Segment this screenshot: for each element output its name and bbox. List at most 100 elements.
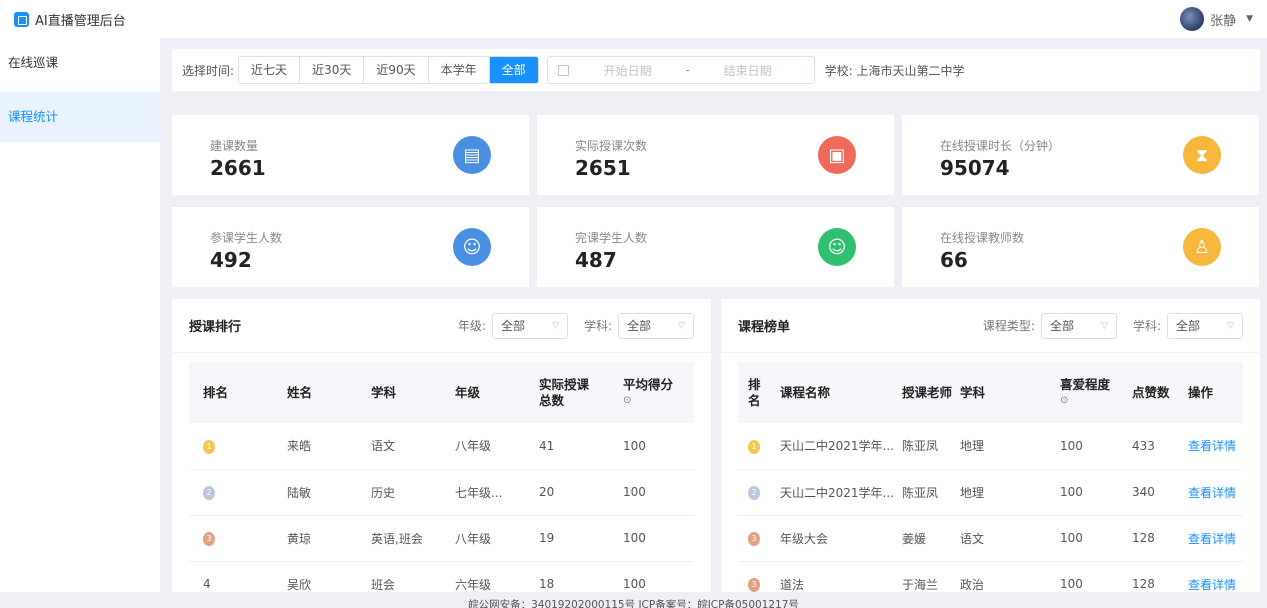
range-30-days-button[interactable]: 近30天 [300, 57, 365, 83]
user-menu[interactable]: 张静 ▼ [1180, 7, 1253, 31]
bronze-medal-icon: 3 [203, 532, 215, 546]
end-date-input[interactable]: 结束日期 [703, 62, 793, 79]
help-icon[interactable]: ⊙ [623, 393, 680, 409]
grade-select-value: 全部 [500, 319, 525, 333]
course-name: 年级大会 [776, 515, 898, 562]
subject-select[interactable]: 全部 ▽ [1167, 312, 1243, 339]
chevron-down-icon: ▽ [1227, 320, 1234, 331]
silver-medal-icon: 2 [748, 486, 760, 500]
stats-grid: 建课数量 2661 ▤ 实际授课次数 2651 ▣ 在线授课时长（分钟） 950… [172, 115, 1260, 287]
subject-filter-label: 学科: [1132, 319, 1161, 333]
course-ranking-panel: 课程榜单 课程类型: 全部 ▽ 学科: 全部 ▽ 排名 课程名称 授课老师 学科… [721, 299, 1260, 599]
panel-filters: 年级: 全部 ▽ 学科: 全部 ▽ [457, 312, 694, 339]
stat-card-online-minutes: 在线授课时长（分钟） 95074 ⧗ [902, 115, 1259, 195]
column-total-lessons: 实际授课总数 [525, 362, 609, 423]
student-icon: ☺ [453, 228, 491, 266]
bronze-medal-icon: 3 [748, 578, 760, 592]
caret-down-icon[interactable]: ▼ [1246, 14, 1253, 24]
course-favorability: 100 [1056, 469, 1128, 516]
range-90-days-button[interactable]: 近90天 [364, 57, 429, 83]
user-name[interactable]: 张静 [1210, 10, 1236, 29]
teaching-ranking-panel: 授课排行 年级: 全部 ▽ 学科: 全部 ▽ 排名 姓名 学科 年级 实际授课总… [172, 299, 711, 599]
column-average-score: 平均得分 ⊙ [609, 362, 694, 423]
teacher-grade: 八年级 [441, 423, 525, 470]
panel-title: 授课排行 [189, 320, 242, 335]
lesson-count: 41 [525, 423, 609, 470]
subject-filter-label: 学科: [583, 319, 612, 333]
date-range-picker[interactable]: 开始日期 - 结束日期 [546, 56, 815, 84]
stat-card-students-completed: 完课学生人数 487 ☺ [537, 207, 894, 287]
footer: 皖公网安备：34019202000115号 ICP备案号：皖ICP备050012… [0, 592, 1267, 608]
panel-title: 课程榜单 [738, 320, 791, 335]
sidebar-item-course-stats[interactable]: 课程统计 [0, 92, 160, 142]
range-school-year-button[interactable]: 本学年 [428, 57, 490, 83]
stat-card-students-attended: 参课学生人数 492 ☺ [172, 207, 529, 287]
app-logo[interactable]: AI直播管理后台 [14, 10, 126, 29]
time-range-group: 近七天 近30天 近90天 本学年 全部 [238, 56, 539, 84]
stat-card-online-teachers: 在线授课教师数 66 ♙ [902, 207, 1259, 287]
column-grade: 年级 [441, 362, 525, 423]
average-score: 100 [609, 469, 694, 516]
column-favorability-label: 喜爱程度 [1060, 376, 1111, 392]
table-header-row: 排名 姓名 学科 年级 实际授课总数 平均得分 ⊙ [189, 362, 694, 423]
subject-select-value: 全部 [627, 319, 652, 333]
view-details-link[interactable]: 查看详情 [1184, 515, 1243, 562]
range-7-days-button[interactable]: 近七天 [239, 57, 301, 83]
table-row: 3 黄琼 英语,班会 八年级 19 100 [189, 515, 694, 562]
time-filter-bar: 选择时间: 近七天 近30天 近90天 本学年 全部 开始日期 - 结束日期 学… [172, 49, 1260, 91]
column-teacher: 授课老师 [898, 362, 956, 423]
lesson-count: 20 [525, 469, 609, 516]
ranking-table: 排名 姓名 学科 年级 实际授课总数 平均得分⊙ 1 来皓 语文 八年级 41 [189, 362, 694, 599]
silver-medal-icon: 2 [203, 486, 215, 500]
stat-card-lessons-taught: 实际授课次数 2651 ▣ [537, 115, 894, 195]
help-icon[interactable]: ⊙ [1060, 393, 1124, 409]
course-teacher: 陈亚凤 [898, 469, 956, 516]
school-label: 学校: 上海市天山第二中学 [824, 63, 965, 78]
column-name: 姓名 [273, 362, 357, 423]
top-bar: AI直播管理后台 张静 ▼ [0, 0, 1267, 38]
chevron-down-icon: ▽ [1101, 320, 1108, 331]
avatar[interactable] [1180, 7, 1205, 31]
table-row: 3 年级大会 姜媛 语文 100 128 查看详情 [738, 515, 1243, 562]
panel-header: 课程榜单 课程类型: 全部 ▽ 学科: 全部 ▽ [721, 299, 1260, 353]
column-subject: 学科 [357, 362, 441, 423]
sidebar-item-online-patrol[interactable]: 在线巡课 [0, 38, 160, 88]
course-name: 天山二中2021学年... [776, 423, 898, 470]
bronze-medal-icon: 3 [748, 532, 760, 546]
course-subject: 地理 [956, 423, 1056, 470]
course-subject: 地理 [956, 469, 1056, 516]
view-details-link[interactable]: 查看详情 [1184, 423, 1243, 470]
course-likes: 433 [1128, 423, 1184, 470]
column-favorability: 喜爱程度 ⊙ [1056, 362, 1128, 423]
course-teacher: 姜媛 [898, 515, 956, 562]
teacher-subject: 历史 [357, 469, 441, 516]
course-subject: 语文 [956, 515, 1056, 562]
view-details-link[interactable]: 查看详情 [1184, 469, 1243, 516]
chevron-down-icon: ▽ [552, 320, 559, 331]
course-name: 天山二中2021学年... [776, 469, 898, 516]
gold-medal-icon: 1 [748, 439, 760, 454]
average-score: 100 [609, 423, 694, 470]
subject-select-value: 全部 [1176, 319, 1201, 333]
grade-filter-label: 年级: [457, 319, 486, 333]
course-type-select[interactable]: 全部 ▽ [1040, 312, 1117, 339]
table-row: 1 来皓 语文 八年级 41 100 [189, 423, 694, 470]
table-row: 2 天山二中2021学年... 陈亚凤 地理 100 340 查看详情 [738, 469, 1243, 516]
course-likes: 340 [1128, 469, 1184, 516]
panel-filters: 课程类型: 全部 ▽ 学科: 全部 ▽ [983, 312, 1243, 339]
column-rank: 排名 [738, 362, 776, 423]
graduate-icon: ☺ [818, 228, 856, 266]
grade-select[interactable]: 全部 ▽ [491, 312, 568, 339]
gold-medal-icon: 1 [203, 439, 215, 454]
teacher-grade: 七年级... [441, 469, 525, 516]
course-teacher: 陈亚凤 [898, 423, 956, 470]
subject-select[interactable]: 全部 ▽ [618, 312, 694, 339]
start-date-input[interactable]: 开始日期 [583, 62, 673, 79]
range-all-button[interactable]: 全部 [489, 57, 538, 83]
course-type-select-value: 全部 [1049, 319, 1074, 333]
teacher-subject: 语文 [357, 423, 441, 470]
teacher-subject: 英语,班会 [357, 515, 441, 562]
main-content: 选择时间: 近七天 近30天 近90天 本学年 全部 开始日期 - 结束日期 学… [172, 49, 1260, 599]
column-action: 操作 [1184, 362, 1243, 423]
column-course-name: 课程名称 [776, 362, 898, 423]
